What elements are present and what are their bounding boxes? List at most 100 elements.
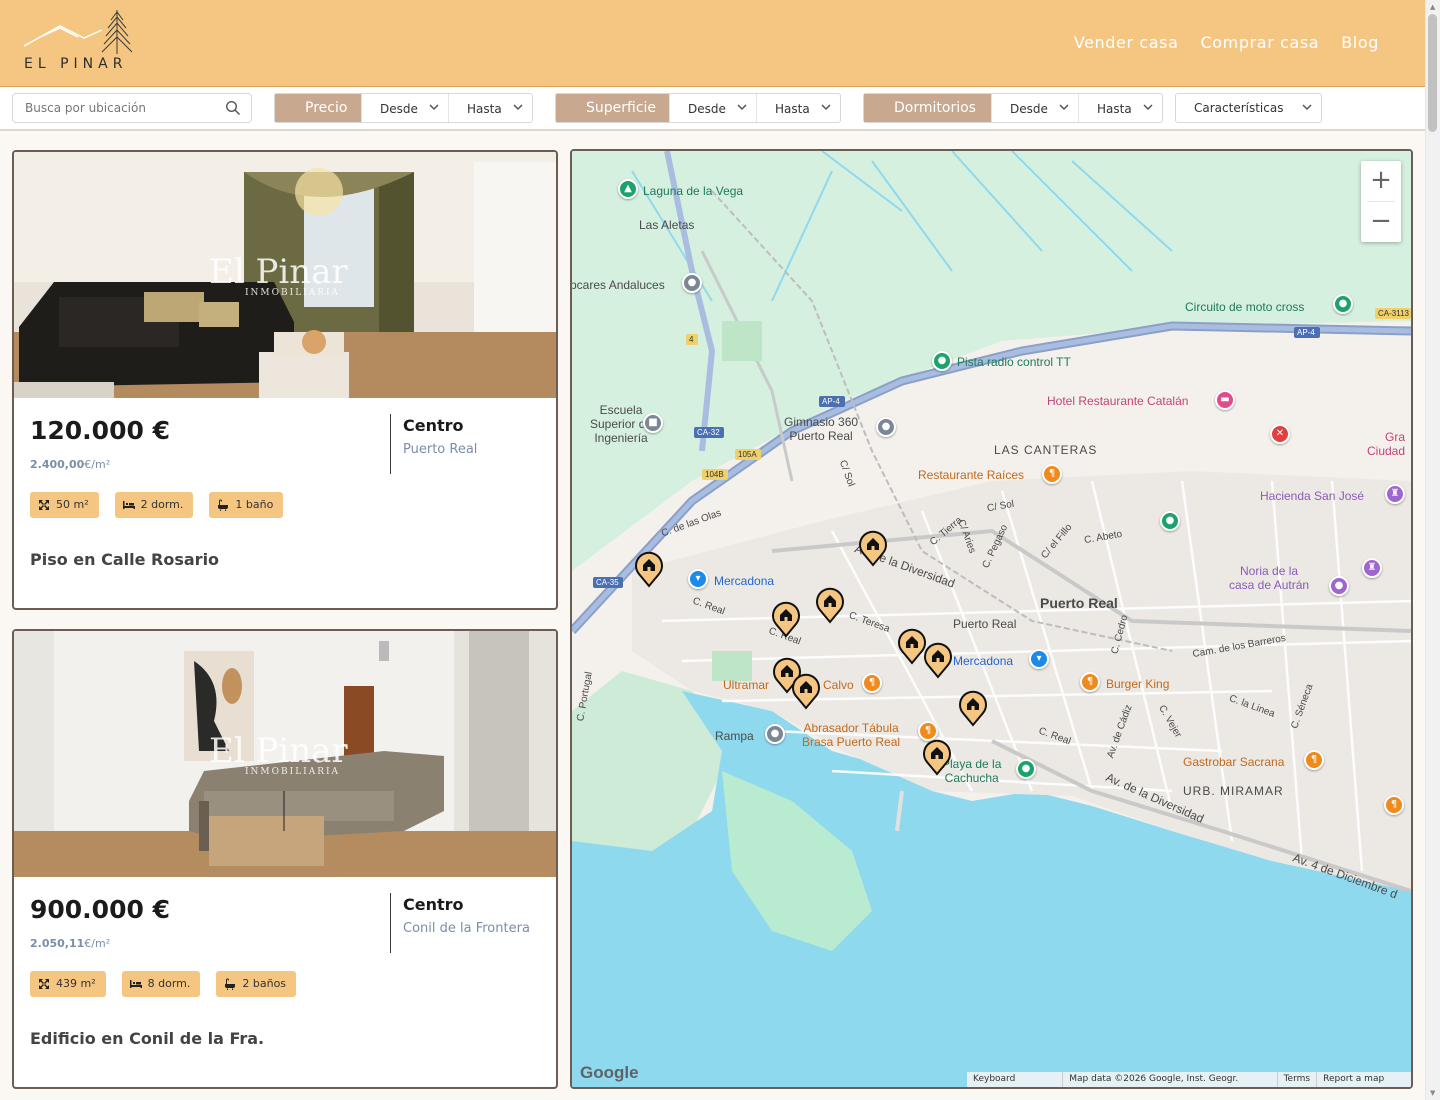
landmark-poi-icon[interactable]: ♜: [1385, 484, 1405, 504]
property-map[interactable]: AP-4 AP-4 CA-32 CA-35 105A 104B 4 CA-311…: [570, 149, 1413, 1089]
map-label-rampa: Rampa: [715, 729, 754, 743]
scroll-down-arrow-icon[interactable]: ▼: [1430, 1089, 1435, 1097]
features-select[interactable]: Características: [1175, 93, 1322, 123]
listing-title[interactable]: Piso en Calle Rosario: [30, 550, 219, 569]
map-data-attribution: Map data ©2026 Google, Inst. Geogr. Naci…: [1062, 1072, 1276, 1087]
scrollbar-thumb[interactable]: [1428, 14, 1437, 132]
listing-town: Conil de la Frontera: [403, 921, 530, 936]
property-pin-icon[interactable]: [814, 584, 846, 624]
property-pin-icon[interactable]: [957, 687, 989, 727]
nav-vender-casa[interactable]: Vender casa: [1074, 33, 1179, 52]
supermarket-poi-icon[interactable]: ▾: [1029, 649, 1049, 669]
shop-poi-icon[interactable]: ✕: [1270, 424, 1290, 444]
listing-photo[interactable]: El Pinar INMOBILIARIA: [14, 631, 556, 877]
nav-blog[interactable]: Blog: [1341, 33, 1379, 52]
road-shield-ca35: CA-35: [596, 578, 619, 587]
area-badge: 50 m²: [30, 492, 99, 518]
nav-comprar-casa[interactable]: Comprar casa: [1201, 33, 1320, 52]
gym-poi-icon[interactable]: ●: [876, 417, 896, 437]
filter-bar: Precio Desde Hasta Superficie Desde Hast…: [0, 87, 1425, 131]
place-poi-icon[interactable]: ●: [682, 273, 702, 293]
restaurant-poi-icon[interactable]: ¶: [1304, 750, 1324, 770]
property-pin-icon[interactable]: [633, 548, 665, 588]
property-pin-icon[interactable]: [857, 527, 889, 567]
rooms-value: 8 dorm.: [147, 977, 191, 990]
listing-price: 900.000 €: [30, 895, 170, 924]
hotel-poi-icon[interactable]: ▬: [1215, 390, 1235, 410]
park-poi-icon[interactable]: ●: [932, 351, 952, 371]
divider: [390, 893, 391, 953]
report-error-link[interactable]: Report a map error: [1316, 1072, 1411, 1087]
divider: [390, 414, 391, 474]
zoom-out-button[interactable]: −: [1361, 202, 1401, 242]
price-to-select[interactable]: Hasta: [448, 94, 532, 122]
area-from-value: Desde: [688, 102, 726, 116]
map-label-mercadona-2: Mercadona: [953, 654, 1014, 668]
park-poi-icon[interactable]: ●: [1160, 511, 1180, 531]
location-search-input[interactable]: [13, 94, 218, 122]
restaurant-poi-icon[interactable]: ¶: [1384, 795, 1404, 815]
supermarket-poi-icon[interactable]: ▾: [688, 569, 708, 589]
restaurant-poi-icon[interactable]: ¶: [862, 673, 882, 693]
park-poi-icon[interactable]: ●: [1333, 294, 1353, 314]
keyboard-shortcuts-link[interactable]: Keyboard shortcuts: [967, 1072, 1062, 1087]
area-filter-label: Superficie: [556, 94, 669, 122]
scroll-up-arrow-icon[interactable]: ▲: [1430, 3, 1435, 11]
brand-logo[interactable]: EL PINAR: [22, 8, 142, 74]
baths-badge: 1 baño: [209, 492, 284, 518]
rooms-to-select[interactable]: Hasta: [1078, 94, 1162, 122]
zoom-in-button[interactable]: +: [1361, 161, 1401, 201]
bed-icon: [122, 501, 135, 509]
property-pin-icon[interactable]: [770, 598, 802, 638]
price-from-select[interactable]: Desde: [361, 94, 448, 122]
landmark-poi-icon[interactable]: ♜: [1362, 558, 1382, 578]
photo-watermark: El Pinar INMOBILIARIA: [209, 731, 348, 777]
location-search: [12, 93, 252, 123]
school-poi-icon[interactable]: ■: [643, 413, 663, 433]
listing-title[interactable]: Edificio en Conil de la Fra.: [30, 1029, 264, 1048]
chevron-down-icon: [737, 104, 747, 111]
chevron-down-icon: [513, 104, 523, 111]
chevron-down-icon: [821, 104, 831, 111]
listing-card[interactable]: El Pinar INMOBILIARIA 900.000 € 2.050,11€…: [12, 629, 558, 1089]
restaurant-poi-icon[interactable]: ¶: [1080, 672, 1100, 692]
property-pin-icon[interactable]: [922, 639, 954, 679]
listing-photo[interactable]: El Pinar INMOBILIARIA: [14, 152, 556, 398]
museum-poi-icon[interactable]: ●: [1329, 576, 1349, 596]
page-scrollbar[interactable]: ▲ ▼: [1425, 0, 1440, 1100]
road-shield-105a: 105A: [738, 450, 757, 459]
map-label-laguna: Laguna de la Vega: [643, 184, 744, 198]
map-label-puerto-real: Puerto Real: [1040, 595, 1118, 611]
property-pin-icon[interactable]: [921, 736, 953, 776]
listing-card[interactable]: El Pinar INMOBILIARIA 120.000 € 2.400,00€…: [12, 150, 558, 610]
road-shield-ap4b: AP-4: [1297, 328, 1315, 337]
map-label-hotel: Hotel Restaurante Catalán: [1047, 394, 1189, 408]
road-shield-ca32: CA-32: [697, 428, 720, 437]
search-icon[interactable]: [225, 100, 241, 116]
listing-zone: Centro: [403, 416, 464, 435]
rooms-from-select[interactable]: Desde: [991, 94, 1078, 122]
google-logo[interactable]: Google: [580, 1063, 639, 1083]
price-to-value: Hasta: [467, 102, 502, 116]
rooms-badge: 8 dorm.: [121, 971, 201, 997]
map-label-ultramar: Ultramar: [723, 678, 770, 692]
area-to-select[interactable]: Hasta: [756, 94, 840, 122]
terms-link[interactable]: Terms: [1276, 1072, 1317, 1087]
listing-features: 439 m² 8 dorm. 2 baños: [30, 971, 297, 997]
place-poi-icon[interactable]: ●: [765, 724, 785, 744]
area-to-value: Hasta: [775, 102, 810, 116]
map-footer: Keyboard shortcuts Map data ©2026 Google…: [967, 1072, 1411, 1087]
chevron-down-icon: [429, 104, 439, 111]
map-label-miramar: URB. MIRAMAR: [1183, 784, 1284, 798]
area-from-select[interactable]: Desde: [669, 94, 756, 122]
beach-poi-icon[interactable]: ●: [1016, 759, 1036, 779]
listing-price-per-m2: 2.400,00€/m²: [30, 458, 111, 471]
listing-price-per-m2: 2.050,11€/m²: [30, 937, 111, 950]
restaurant-poi-icon[interactable]: ¶: [1042, 464, 1062, 484]
map-label-aletas: Las Aletas: [639, 218, 695, 232]
property-pin-icon[interactable]: [790, 670, 822, 710]
zoom-control: + −: [1361, 161, 1401, 242]
expand-icon: [39, 979, 49, 989]
park-poi-icon[interactable]: ▲: [618, 179, 638, 199]
map-label-pista: Pista radio control TT: [957, 355, 1071, 369]
